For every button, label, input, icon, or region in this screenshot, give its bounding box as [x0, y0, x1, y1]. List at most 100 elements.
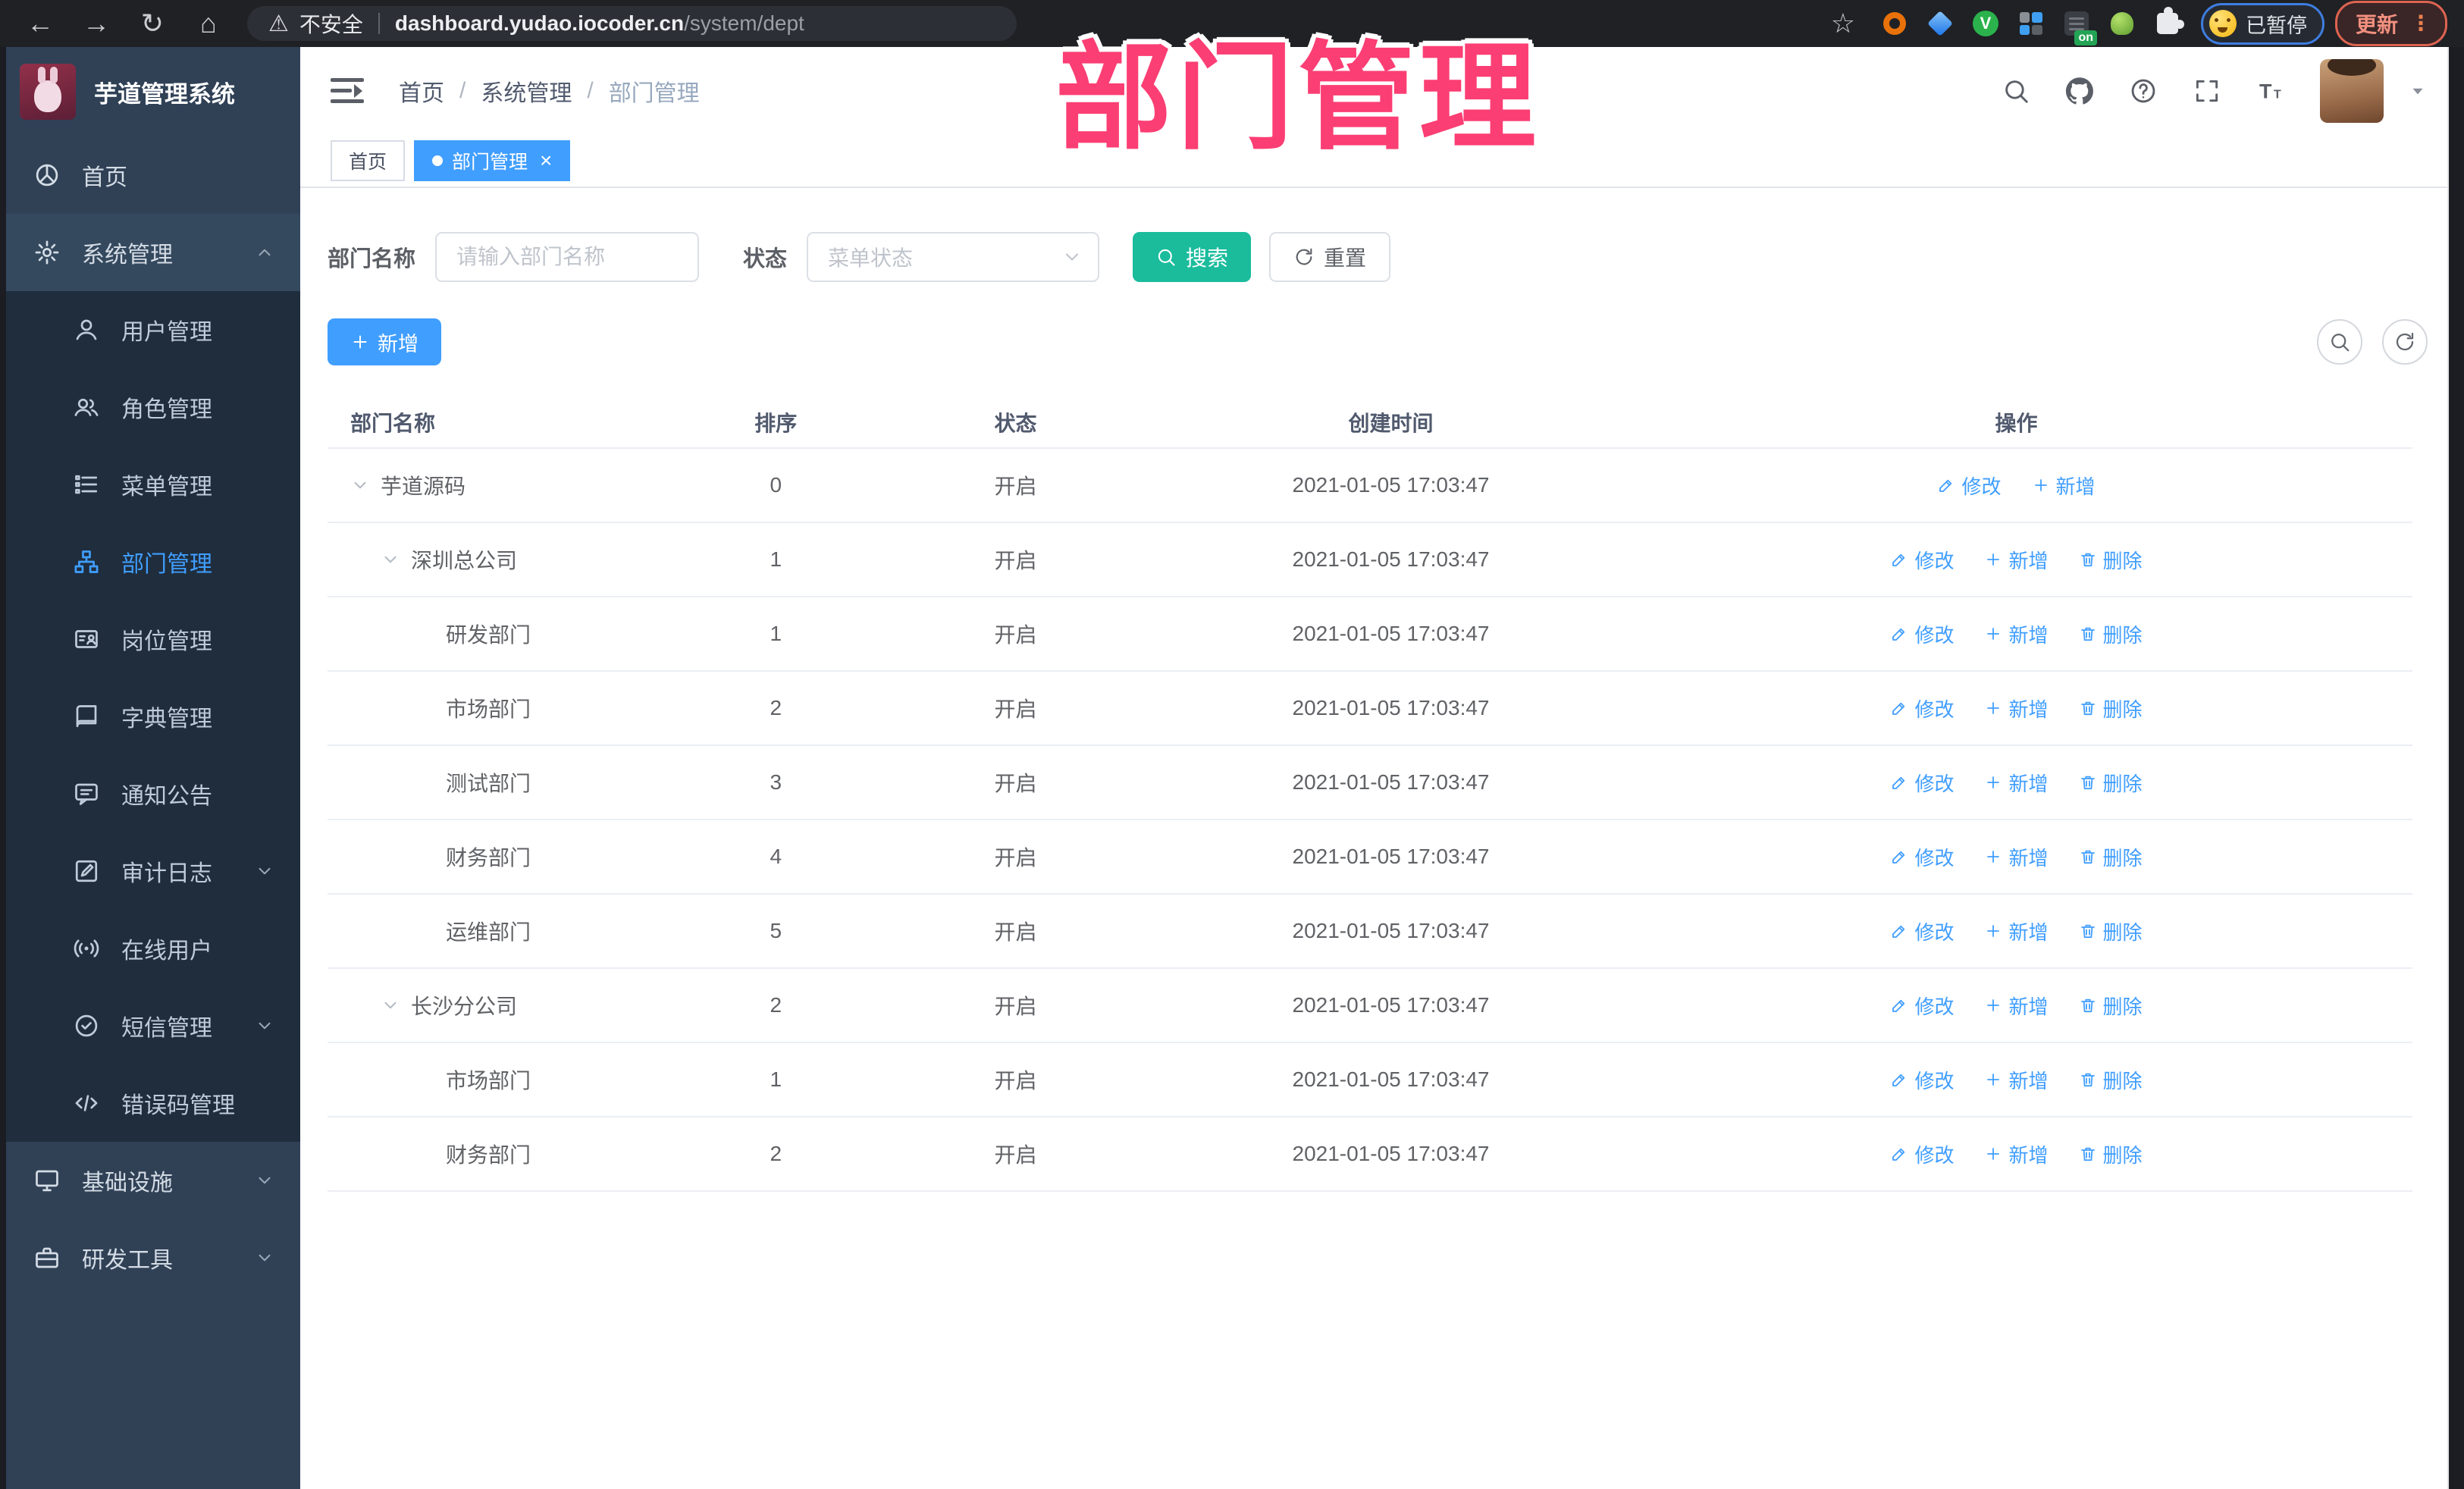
row-action-edit[interactable]: 修改	[1890, 843, 1954, 871]
row-action-add[interactable]: 新增	[1984, 769, 2049, 797]
browser-back-icon[interactable]: ←	[12, 0, 68, 47]
tools-icon	[33, 1244, 61, 1271]
sidebar-item-post[interactable]: 岗位管理	[0, 600, 300, 678]
sidebar-item-menu[interactable]: 菜单管理	[0, 446, 300, 523]
chevron-down-icon	[255, 861, 274, 881]
search-icon[interactable]	[2002, 77, 2030, 105]
sidebar-item-dept[interactable]: 部门管理	[0, 523, 300, 600]
expand-arrow-icon[interactable]	[350, 475, 370, 495]
sidebar-item-system[interactable]: 系统管理	[0, 214, 300, 291]
search-button[interactable]: 搜索	[1133, 232, 1252, 282]
dept-name-input[interactable]	[435, 232, 700, 282]
font-size-icon[interactable]: TT	[2256, 77, 2285, 105]
row-action-add[interactable]: 新增	[1984, 843, 2049, 871]
row-action-add[interactable]: 新增	[1984, 694, 2049, 723]
reset-button[interactable]: 重置	[1269, 232, 1391, 282]
user-avatar[interactable]	[2320, 59, 2384, 123]
browser-menu-kebab-icon[interactable]: ⋮	[2410, 13, 2431, 34]
row-action-delete[interactable]: 删除	[2079, 1140, 2143, 1168]
breadcrumb-item[interactable]: 系统管理	[481, 74, 572, 108]
row-action-edit[interactable]: 修改	[1890, 769, 1954, 797]
row-action-edit[interactable]: 修改	[1890, 992, 1954, 1020]
column-header: 排序	[754, 412, 798, 435]
breadcrumb-item[interactable]: 首页	[399, 74, 444, 108]
expand-arrow-icon[interactable]	[381, 550, 400, 569]
sidebar-item-infra[interactable]: 基础设施	[0, 1142, 300, 1219]
status-select[interactable]: 菜单状态	[807, 232, 1100, 282]
add-button[interactable]: 新增	[328, 318, 441, 365]
extension-on-badge-icon[interactable]: on	[2062, 9, 2097, 45]
github-icon[interactable]	[2065, 77, 2094, 105]
extension-gem-icon[interactable]	[1926, 9, 1955, 38]
row-action-edit[interactable]: 修改	[1890, 1140, 1954, 1168]
sidebar-item-dict[interactable]: 字典管理	[0, 678, 300, 755]
sort-cell: 1	[770, 1067, 782, 1091]
row-action-add[interactable]: 新增	[1984, 1066, 2049, 1094]
row-action-add[interactable]: 新增	[1984, 1140, 2049, 1168]
row-action-delete[interactable]: 删除	[2079, 694, 2143, 723]
sidebar-item-audit[interactable]: 审计日志	[0, 832, 300, 910]
row-action-delete[interactable]: 删除	[2079, 992, 2143, 1020]
row-action-add[interactable]: 新增	[1984, 917, 2049, 945]
extension-figure-icon[interactable]	[2108, 9, 2136, 38]
row-action-delete[interactable]: 删除	[2079, 917, 2143, 945]
sidebar-item-role[interactable]: 角色管理	[0, 368, 300, 446]
extension-green-check-icon[interactable]: V	[1971, 9, 2000, 38]
browser-update-button[interactable]: 更新 ⋮	[2334, 1, 2447, 46]
sidebar-collapse-icon[interactable]	[331, 78, 364, 104]
row-action-add[interactable]: 新增	[1984, 992, 2049, 1020]
sidebar-item-user[interactable]: 用户管理	[0, 291, 300, 368]
row-action-add[interactable]: 新增	[1984, 620, 2049, 648]
browser-forward-icon[interactable]: →	[68, 0, 124, 47]
refresh-table-button[interactable]	[2382, 319, 2428, 365]
row-action-edit[interactable]: 修改	[1937, 472, 2002, 500]
sidebar-item-home[interactable]: 首页	[0, 136, 300, 214]
url-bar[interactable]: ⚠ 不安全 dashboard.yudao.iocoder.cn/system/…	[247, 6, 1017, 41]
show-search-toggle-button[interactable]	[2317, 319, 2362, 365]
actions-cell: 修改 新增 删除	[1620, 1140, 2412, 1168]
sort-cell: 0	[770, 473, 782, 497]
tab-首页[interactable]: 首页	[331, 140, 406, 181]
sidebar-item-errcode[interactable]: 错误码管理	[0, 1064, 300, 1142]
tab-部门管理[interactable]: 部门管理 ×	[414, 140, 571, 181]
row-action-edit[interactable]: 修改	[1890, 546, 1954, 574]
extension-orange-icon[interactable]	[1880, 9, 1909, 38]
tab-label: 部门管理	[452, 152, 528, 173]
row-action-add[interactable]: 新增	[2032, 472, 2096, 500]
row-action-edit[interactable]: 修改	[1890, 620, 1954, 648]
sort-cell: 2	[770, 696, 782, 719]
profile-paused-pill[interactable]: 已暂停	[2200, 2, 2324, 45]
sidebar-item-sms[interactable]: 短信管理	[0, 987, 300, 1064]
help-icon[interactable]	[2129, 77, 2158, 105]
row-action-edit[interactable]: 修改	[1890, 917, 1954, 945]
toolbar-right-buttons	[2317, 319, 2428, 365]
row-action-edit[interactable]: 修改	[1890, 1066, 1954, 1094]
sort-cell: 3	[770, 770, 782, 794]
table-row: 长沙分公司 2 开启 2021-01-05 17:03:47 修改 新增 删除	[328, 969, 2412, 1043]
menu-icon	[73, 471, 100, 498]
dept-table: 部门名称 排序 状态 创建时间 操作 芋道源码 0 开启 2021-01-05 17:03:4…	[328, 397, 2412, 1192]
row-action-delete[interactable]: 删除	[2079, 769, 2143, 797]
sidebar-item-online[interactable]: 在线用户	[0, 910, 300, 987]
tab-close-icon[interactable]: ×	[540, 150, 552, 171]
expand-arrow-icon[interactable]	[381, 995, 400, 1015]
status-cell: 开启	[994, 772, 1037, 795]
extension-puzzle-icon[interactable]	[2153, 7, 2184, 38]
row-action-delete[interactable]: 删除	[2079, 843, 2143, 871]
browser-home-icon[interactable]: ⌂	[180, 0, 237, 47]
row-action-delete[interactable]: 删除	[2079, 1066, 2143, 1094]
row-action-delete[interactable]: 删除	[2079, 546, 2143, 574]
browser-reload-icon[interactable]: ↻	[124, 0, 180, 47]
dept-name-cell: 深圳总公司	[328, 544, 682, 575]
row-action-edit[interactable]: 修改	[1890, 694, 1954, 723]
sidebar-item-notice[interactable]: 通知公告	[0, 755, 300, 832]
table-row: 深圳总公司 1 开启 2021-01-05 17:03:47 修改 新增 删除	[328, 523, 2412, 597]
bookmark-star-icon[interactable]: ☆	[1831, 8, 1855, 39]
extension-grid-icon[interactable]	[2017, 9, 2045, 38]
row-action-add[interactable]: 新增	[1984, 546, 2049, 574]
avatar-caret-down-icon[interactable]	[2408, 81, 2428, 101]
sidebar-item-tools[interactable]: 研发工具	[0, 1219, 300, 1296]
row-action-delete[interactable]: 删除	[2079, 620, 2143, 648]
sidebar-logo[interactable]: 芋道管理系统	[0, 47, 300, 136]
fullscreen-icon[interactable]	[2193, 77, 2221, 105]
